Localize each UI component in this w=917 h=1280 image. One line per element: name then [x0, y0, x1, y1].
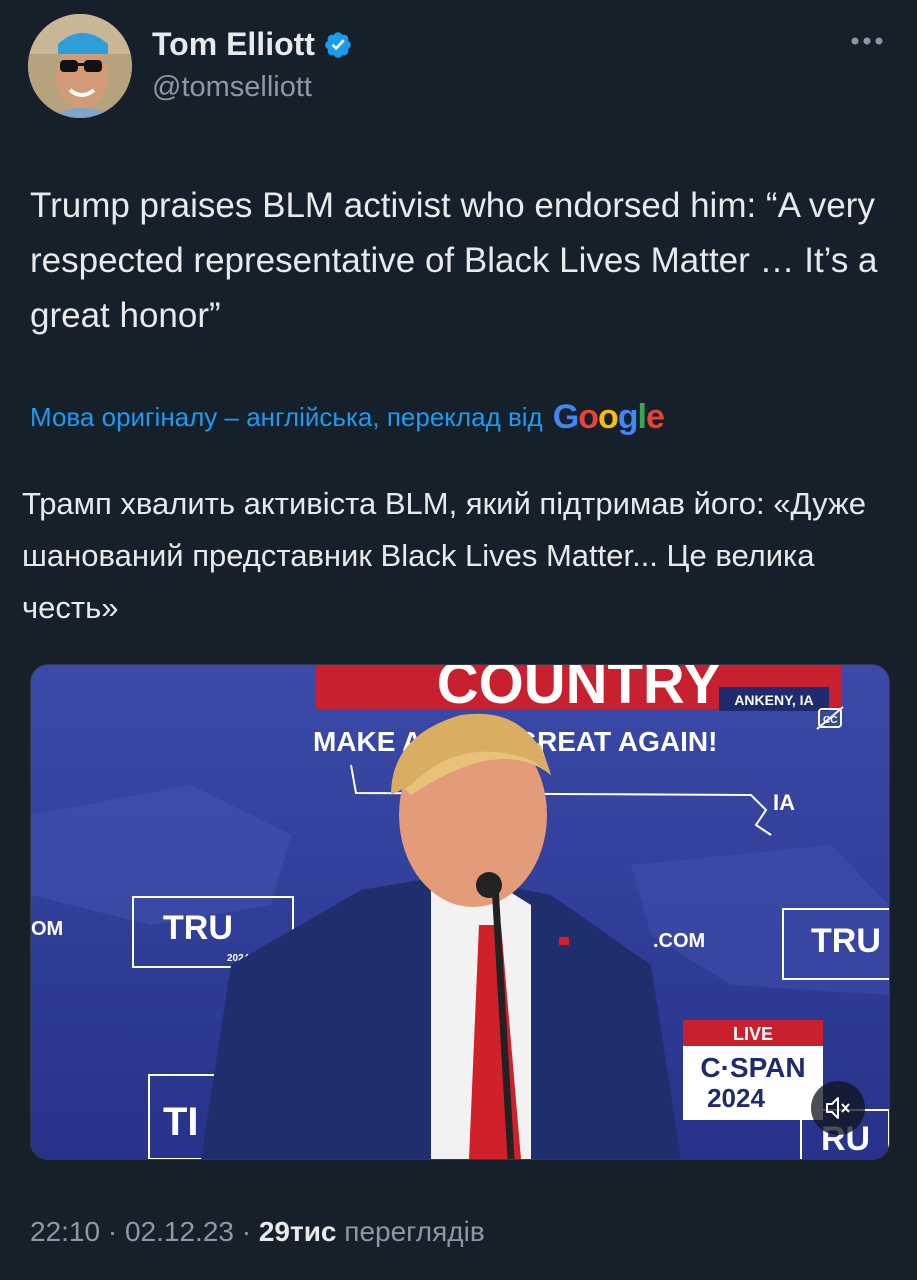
live-label: LIVE [733, 1024, 773, 1044]
translation-notice[interactable]: Мова оригіналу – англійська, переклад ві… [30, 398, 665, 437]
sign-right-text: TRU [811, 922, 881, 960]
com-left-text: OM [31, 918, 63, 940]
google-logo: Google [552, 398, 665, 436]
views-label: переглядів [344, 1216, 485, 1247]
network-year: 2024 [707, 1083, 765, 1113]
meta-separator-2: · [241, 1216, 252, 1247]
com-mid-text: .COM [653, 930, 705, 952]
views-count[interactable]: 29тис [259, 1216, 337, 1247]
location-badge: ANKENY, IA [734, 692, 813, 708]
captions-off-icon[interactable]: CC [813, 701, 847, 735]
translated-text: Трамп хвалить активіста BLM, який підтри… [22, 486, 866, 625]
tweet-time[interactable]: 22:10 [30, 1216, 100, 1247]
more-options-icon[interactable] [850, 36, 884, 46]
tweet-date[interactable]: 02.12.23 [125, 1216, 234, 1247]
svg-text:TI: TI [163, 1100, 199, 1144]
network-label: C·SPAN [700, 1052, 805, 1083]
video-frame: COUNTRY MAKE A CA GREAT AGAIN! ANKENY, I… [31, 665, 889, 1159]
translation-notice-label: Мова оригіналу – англійська, переклад ві… [30, 402, 543, 432]
avatar[interactable] [28, 14, 132, 118]
tweet-header: Tom Elliott @tomselliott [28, 14, 888, 118]
tweet-text: Trump praises BLM activist who endorsed … [30, 186, 878, 335]
mute-icon [826, 1097, 850, 1119]
author-name[interactable]: Tom Elliott [152, 26, 315, 63]
author-handle[interactable]: @tomselliott [152, 71, 353, 104]
banner-top-text: COUNTRY [437, 665, 722, 716]
mute-button[interactable] [811, 1081, 865, 1135]
sign-left-text: TRU [163, 909, 233, 947]
video-player[interactable]: COUNTRY MAKE A CA GREAT AGAIN! ANKENY, I… [30, 664, 890, 1160]
verified-badge-icon [325, 31, 351, 58]
state-label: IA [773, 790, 795, 815]
meta-separator-1: · [107, 1216, 118, 1247]
tweet-meta: 22:10 · 02.12.23 · 29тис переглядів [30, 1216, 485, 1248]
